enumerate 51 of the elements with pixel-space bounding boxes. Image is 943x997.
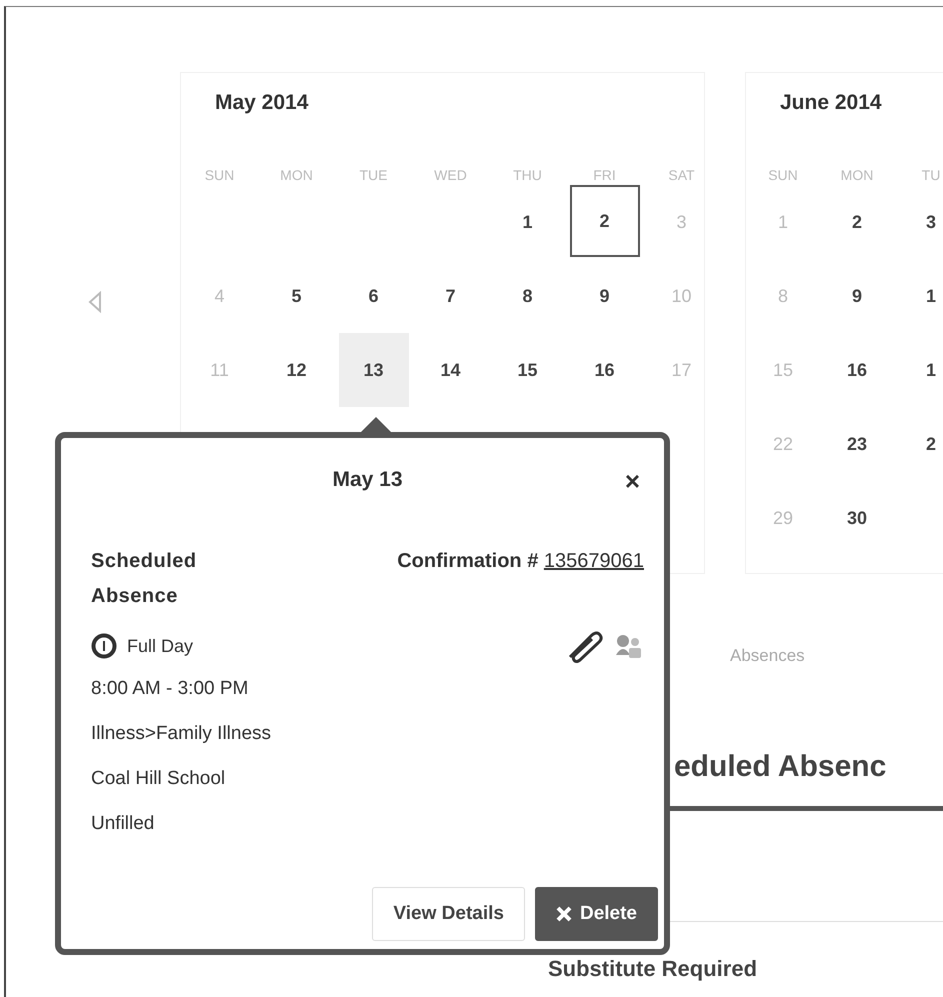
section-heading: eduled Absenc [674, 750, 886, 784]
school-name: Coal Hill School [91, 767, 226, 791]
calendar-day[interactable]: 12 [262, 333, 332, 407]
calendar-day[interactable]: 16 [822, 333, 892, 407]
popover-title: May 13 [332, 468, 403, 493]
calendar-day[interactable]: 7 [416, 259, 486, 333]
calendar-day[interactable]: 1 [896, 333, 943, 407]
calendar-day[interactable]: 14 [416, 333, 486, 407]
calendar-day[interactable]: 2 [822, 185, 892, 259]
clock-icon [91, 633, 117, 659]
calendar-day[interactable]: 2 [570, 185, 640, 257]
weekday-label: TUE [360, 167, 388, 185]
calendar-day[interactable]: 13 [338, 333, 408, 407]
month-title: June 2014 [779, 91, 883, 116]
fill-status: Unfilled [91, 812, 156, 836]
calendar-day[interactable]: 1 [492, 185, 562, 259]
calendar-day[interactable]: 1 [896, 259, 943, 333]
close-icon [556, 906, 572, 922]
weekday-label: MON [280, 167, 313, 185]
close-button[interactable]: × [624, 468, 640, 494]
calendar-day[interactable]: 30 [822, 481, 892, 555]
weekday-label: SUN [204, 167, 234, 185]
calendar-day[interactable]: 8 [492, 259, 562, 333]
calendar-day[interactable]: 9 [822, 259, 892, 333]
month-title: May 2014 [214, 91, 310, 116]
weekday-label: SAT [668, 167, 695, 185]
calendar-day[interactable]: 3 [896, 185, 943, 259]
weekday-label: SUN [768, 167, 798, 185]
calendar-day[interactable]: 23 [822, 407, 892, 481]
calendar-day[interactable]: 2 [896, 407, 943, 481]
absence-reason: Illness>Family Illness [91, 722, 272, 746]
calendar-day[interactable]: 5 [262, 259, 332, 333]
calendar-day[interactable]: 6 [338, 259, 408, 333]
weekday-label: FRI [593, 167, 616, 185]
calendar-day[interactable]: 16 [570, 333, 640, 407]
previous-arrow-icon[interactable] [88, 291, 102, 313]
absence-type: Scheduled Absence [91, 549, 198, 609]
calendar-day[interactable]: 15 [492, 333, 562, 407]
section-subheading: Substitute Required [548, 956, 758, 981]
paperclip-icon[interactable] [566, 629, 604, 663]
weekday-label: MON [840, 167, 874, 185]
weekday-label: THU [513, 167, 542, 185]
confirmation-label: Confirmation # 135679061 [397, 549, 644, 574]
duration-text: Full Day [127, 636, 194, 656]
weekday-label: WED [434, 167, 467, 185]
weekday-label: TU [922, 167, 940, 185]
time-range: 8:00 AM - 3:00 PM [91, 677, 250, 701]
confirmation-link[interactable]: 135679061 [544, 550, 644, 572]
view-details-button[interactable]: View Details [372, 887, 525, 941]
calendar-day[interactable]: 9 [570, 259, 640, 333]
delete-button[interactable]: Delete [534, 887, 658, 941]
